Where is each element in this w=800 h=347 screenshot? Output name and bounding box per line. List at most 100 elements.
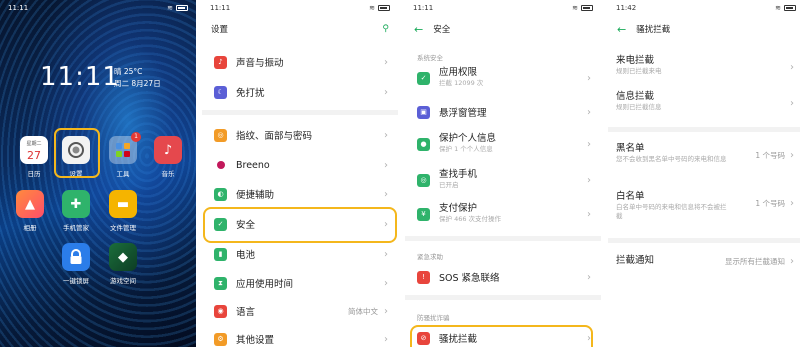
chevron-right-icon: ›	[384, 56, 388, 68]
settings-item-screen-time[interactable]: ⧗ 应用使用时间 ›	[202, 269, 398, 297]
tools-folder-icon: 1	[109, 132, 141, 164]
security-item-floating-window[interactable]: ▣ 悬浮窗管理 ›	[405, 98, 601, 126]
chevron-right-icon: ›	[384, 277, 388, 289]
status-time: 11:11	[210, 4, 231, 12]
security-highlight	[203, 207, 397, 243]
settings-item-other[interactable]: ⚙ 其他设置 ›	[202, 325, 398, 347]
moon-icon: ☾	[214, 85, 227, 99]
section-anti-fraud: 防骚扰诈骗	[417, 314, 450, 322]
call-block-item[interactable]: 来电拦截 规则已拦截来电 ›	[608, 54, 800, 76]
search-icon[interactable]: ⚲	[382, 24, 389, 34]
locate-phone-icon: ◎	[417, 173, 430, 187]
message-block-item[interactable]: 信息拦截 规则已拦截信息 ›	[608, 90, 800, 112]
chevron-right-icon: ›	[587, 138, 591, 150]
chevron-right-icon: ›	[790, 98, 794, 109]
page-title: 设置	[211, 25, 229, 35]
settings-header: 设置 ⚲	[202, 18, 398, 40]
battery-icon	[176, 5, 188, 11]
chevron-right-icon: ›	[384, 188, 388, 200]
chevron-right-icon: ›	[587, 208, 591, 220]
battery-icon	[581, 5, 593, 11]
app-calendar[interactable]: 星期二 27 日历	[16, 136, 52, 178]
security-item-privacy[interactable]: ● 保护个人信息 保护 1 个个人信息 ›	[405, 130, 601, 158]
status-bar: 11:11 ≋	[405, 0, 601, 16]
security-item-app-permissions[interactable]: ✓ 应用权限 拦截 12099 次 ›	[405, 64, 601, 92]
chevron-right-icon: ›	[790, 198, 794, 209]
battery-icon	[784, 5, 796, 11]
gear-icon: ⚙	[214, 332, 227, 346]
chevron-right-icon: ›	[384, 86, 388, 98]
page-title: 骚扰拦截	[636, 25, 671, 35]
chevron-right-icon: ›	[384, 159, 388, 171]
app-tools[interactable]: 1 工具	[105, 132, 141, 178]
block-notification-item[interactable]: 拦截通知 显示所有拦截通知 ›	[608, 254, 800, 267]
game-controller-icon: ◆	[109, 243, 137, 271]
status-bar: 11:11 ≋	[0, 0, 196, 16]
status-bar: 11:11 ≋	[202, 0, 398, 16]
back-arrow-icon[interactable]: ←	[414, 23, 423, 36]
settings-item-sound[interactable]: ♪ 声音与振动 ›	[202, 48, 398, 76]
block-header: ← 骚扰拦截	[608, 18, 800, 40]
battery-icon	[378, 5, 390, 11]
fingerprint-icon: ◎	[214, 128, 227, 142]
chevron-right-icon: ›	[790, 256, 794, 267]
calendar-icon: 星期二 27	[20, 136, 48, 164]
chevron-right-icon: ›	[790, 150, 794, 161]
settings-screen: 11:11 ≋ 设置 ⚲ ♪ 声音与振动 › ☾ 免打扰 › ◎ 指纹、面部与密码 ›…	[202, 0, 398, 347]
payment-shield-icon: ¥	[417, 207, 430, 221]
wifi-icon: ≋	[775, 4, 781, 12]
page-title: 安全	[433, 25, 451, 35]
volume-icon: ♪	[214, 55, 227, 69]
language-value: 简体中文	[348, 306, 378, 316]
status-time: 11:11	[413, 4, 434, 12]
divider	[608, 127, 800, 132]
chevron-right-icon: ›	[384, 248, 388, 260]
home-screen: 11:11 ≋ 11:11 晴 25°C 周二 8月27日 星期二 27 日历 …	[0, 0, 196, 347]
chevron-right-icon: ›	[587, 174, 591, 186]
blacklist-item[interactable]: 黑名单 您不会收到黑名单中号码的来电和信息 1 个号码 ›	[608, 142, 800, 164]
status-time: 11:11	[8, 4, 29, 12]
app-phone-manager[interactable]: ✚ 手机管家	[58, 190, 94, 232]
lock-icon	[62, 243, 90, 271]
window-icon: ▣	[417, 105, 430, 119]
settings-item-language[interactable]: ◉ 语言 简体中文 ›	[202, 297, 398, 325]
settings-item-dnd[interactable]: ☾ 免打扰 ›	[202, 78, 398, 106]
hourglass-icon: ⧗	[214, 276, 227, 290]
settings-item-battery[interactable]: ▮ 电池 ›	[202, 240, 398, 268]
security-item-sos[interactable]: ! SOS 紧急联络 ›	[405, 263, 601, 291]
chevron-right-icon: ›	[790, 62, 794, 73]
weather-line1: 晴 25°C	[114, 67, 143, 76]
app-file-manager[interactable]: ▬ 文件管理	[105, 190, 141, 232]
wifi-icon: ≋	[572, 4, 578, 12]
section-emergency: 紧急求助	[417, 253, 443, 261]
weather-widget[interactable]: 晴 25°C 周二 8月27日	[114, 66, 161, 90]
section-system-security: 系统安全	[417, 54, 443, 62]
settings-item-accessibility[interactable]: ◐ 便捷辅助 ›	[202, 180, 398, 208]
app-music[interactable]: ♪ 音乐	[150, 136, 186, 178]
app-gallery[interactable]: ▲ 相册	[12, 190, 48, 232]
settings-item-breeno[interactable]: Breeno ›	[202, 151, 398, 179]
divider	[405, 295, 601, 300]
whitelist-item[interactable]: 白名单 白名单中号码的来电和信息将不会被拦截 1 个号码 ›	[608, 190, 800, 221]
chevron-right-icon: ›	[384, 129, 388, 141]
status-time: 11:42	[616, 4, 637, 12]
status-bar: 11:42 ≋	[608, 0, 800, 16]
shield-check-icon: ✓	[417, 71, 430, 85]
divider	[405, 236, 601, 241]
back-arrow-icon[interactable]: ←	[617, 23, 626, 36]
block-screen: 11:42 ≋ ← 骚扰拦截 来电拦截 规则已拦截来电 › 信息拦截 规则已拦截信息…	[608, 0, 800, 347]
weather-line2: 周二 8月27日	[114, 79, 161, 88]
app-lock-screen[interactable]: 一键锁屏	[58, 243, 94, 285]
globe-icon: ◉	[214, 304, 227, 318]
battery-icon: ▮	[214, 247, 227, 261]
app-game-space[interactable]: ◆ 游戏空间	[105, 243, 141, 285]
chevron-right-icon: ›	[587, 271, 591, 283]
security-item-payment-protection[interactable]: ¥ 支付保护 保护 466 次支付操作 ›	[405, 200, 601, 228]
chevron-right-icon: ›	[587, 106, 591, 118]
gallery-icon: ▲	[16, 190, 44, 218]
accessibility-icon: ◐	[214, 187, 227, 201]
settings-item-fingerprint[interactable]: ◎ 指纹、面部与密码 ›	[202, 121, 398, 149]
security-item-find-phone[interactable]: ◎ 查找手机 已开启 ›	[405, 166, 601, 194]
security-header: ← 安全	[405, 18, 601, 40]
folder-icon: ▬	[109, 190, 137, 218]
